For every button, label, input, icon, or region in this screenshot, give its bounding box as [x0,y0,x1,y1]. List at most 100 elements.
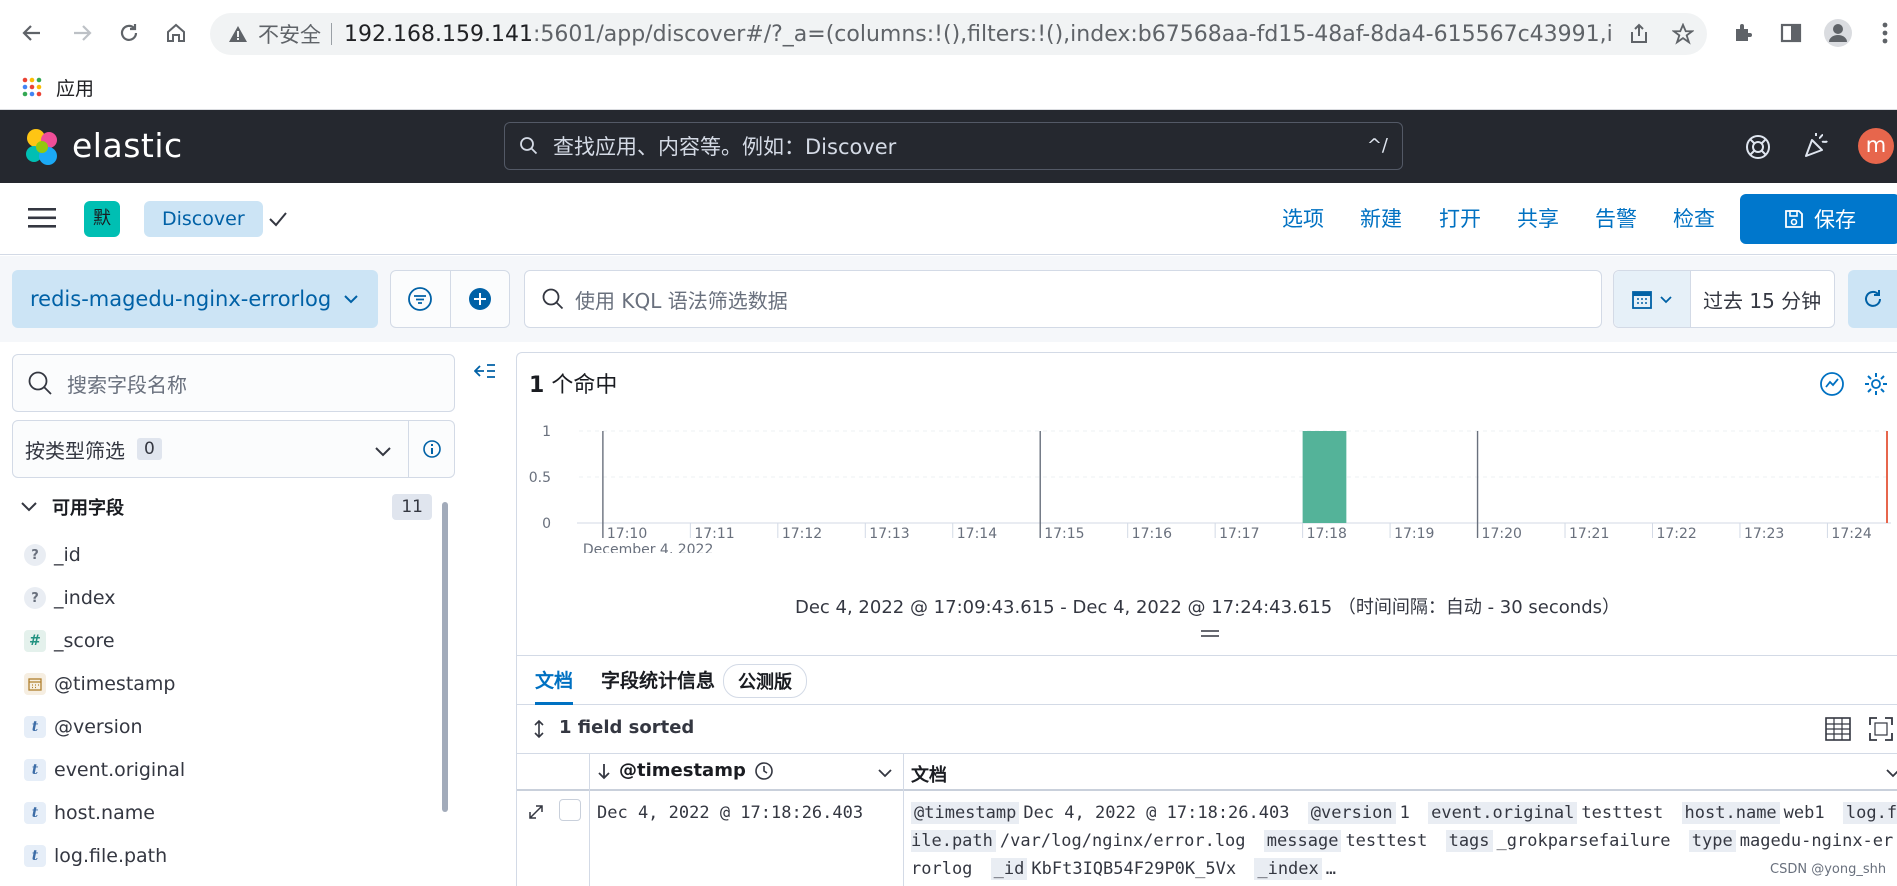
add-filter-button[interactable] [449,271,509,327]
save-disk-icon [1785,210,1803,228]
row-document-summary[interactable]: @timestamp Dec 4, 2022 @ 17:18:26.403 @ve… [911,799,1897,883]
row-select-checkbox[interactable] [559,799,581,821]
apps-bookmark[interactable]: 应用 [56,74,94,101]
unknown-type-icon: ? [24,587,46,609]
field-item[interactable]: ? _index [24,583,115,613]
user-avatar[interactable]: m [1858,128,1894,164]
address-bar[interactable]: 不安全 192.168.159.141:5601/app/discover#/?… [210,13,1707,55]
reload-button[interactable] [112,16,146,50]
x-tick-label: 17:11 [694,526,734,542]
menu-new[interactable]: 新建 [1360,203,1402,233]
histogram-bar [1302,431,1347,523]
field-item[interactable]: ? _id [24,540,81,570]
kql-search-input[interactable]: 使用 KQL 语法筛选数据 [524,270,1602,328]
menu-options[interactable]: 选项 [1282,203,1324,233]
menu-inspect[interactable]: 检查 [1673,203,1715,233]
hamburger-menu-icon[interactable] [28,207,56,229]
field-name: _score [54,630,115,652]
space-avatar[interactable]: 默 [84,201,120,237]
home-button[interactable] [159,16,193,50]
elastic-brand[interactable]: elastic [72,126,183,165]
field-item[interactable]: t @version [24,712,143,742]
apps-grid-icon[interactable] [22,77,42,97]
menu-share[interactable]: 共享 [1517,203,1559,233]
gear-icon[interactable] [1863,371,1889,397]
column-separator [903,753,904,886]
date-picker: 过去 15 分钟 [1613,270,1835,328]
field-item[interactable]: t event.original [24,755,185,785]
save-button[interactable]: 保存 [1740,194,1897,244]
column-header-timestamp[interactable]: @timestamp [597,760,774,781]
tab-documents[interactable]: 文档 [535,666,574,705]
resize-handle-icon[interactable] [1201,629,1219,639]
x-tick-label: 17:24 [1831,526,1871,542]
time-range-label[interactable]: 过去 15 分钟 [1691,271,1834,327]
search-shortcut: ^/ [1366,135,1388,156]
filter-menu-button[interactable] [391,271,450,327]
filter-by-type-button[interactable]: 按类型筛选 0 [12,420,455,478]
profile-icon [1824,19,1852,47]
help-lifebuoy-icon[interactable] [1744,133,1772,161]
histogram-chart[interactable]: 0 0.5 1 17:10 17:11 17:12 17:13 17:14 17:15 17:16… [517,423,1897,553]
insecure-label: 不安全 [258,23,321,47]
bookmark-star-icon[interactable] [1672,23,1694,45]
browser-menu-button[interactable] [1868,16,1897,50]
field-item[interactable]: t log.file.path [24,841,167,871]
data-view-picker[interactable]: redis-magedu-nginx-errorlog [12,270,378,328]
field-name: event.original [54,759,186,781]
doc-field-key: @timestamp [911,802,1020,824]
field-item[interactable]: # _score [24,626,115,656]
doc-field-key: _id [990,858,1028,880]
tab-field-statistics[interactable]: 字段统计信息 [601,666,715,693]
fullscreen-icon[interactable] [1869,717,1893,741]
row-timestamp[interactable]: Dec 4, 2022 @ 17:18:26.403 [597,803,863,823]
number-type-icon: # [24,630,46,652]
chevron-down-icon [21,502,37,512]
collapse-sidebar-icon[interactable] [474,362,496,380]
field-search-placeholder: 搜索字段名称 [67,372,187,397]
forward-button[interactable] [65,16,99,50]
global-search-input[interactable]: 查找应用、内容等。例如：Discover ^/ [504,122,1403,170]
available-fields-header[interactable]: 可用字段 11 [20,490,432,524]
quick-select-button[interactable] [1614,271,1691,327]
url-text[interactable]: 192.168.159.141:5601/app/discover#/?_a=(… [344,22,1614,47]
sidebar-scrollbar[interactable] [442,502,448,812]
doc-field-value: … [1325,859,1337,879]
available-fields-label: 可用字段 [52,498,124,519]
x-tick-label: 17:21 [1569,526,1609,542]
sort-status[interactable]: 1 field sorted [559,717,694,738]
field-search-input[interactable]: 搜索字段名称 [12,354,455,412]
field-info-button[interactable] [408,421,455,477]
breadcrumb-discover[interactable]: Discover [144,201,263,237]
y-tick-label: 0.5 [529,470,551,486]
side-panel-button[interactable] [1774,16,1808,50]
news-feed-icon[interactable] [1802,132,1830,160]
column-header-document[interactable]: 文档 [911,761,947,787]
field-item[interactable]: @timestamp [24,669,176,699]
sort-icon[interactable] [531,719,547,739]
app-menu-bar: 默 Discover 选项 新建 打开 共享 告警 检查 保存 [0,183,1897,255]
refresh-button[interactable] [1848,270,1897,328]
chevron-down-icon [375,447,391,457]
column-separator [589,753,590,886]
share-icon[interactable] [1628,23,1650,45]
profile-button[interactable] [1821,16,1855,50]
elastic-logo-icon[interactable] [22,127,62,167]
discover-main-panel: 1 个命中 0 0.5 1 17:10 17:11 17:12 17:13 17:14 17:1… [516,352,1897,886]
x-tick-label: 17:14 [957,526,997,542]
menu-open[interactable]: 打开 [1439,203,1481,233]
x-tick-label: 17:16 [1132,526,1172,542]
doc-field-key: host.name [1681,802,1780,824]
x-tick-label: 17:13 [869,526,909,542]
url-rest: :5601/app/discover#/?_a=(columns:!(),fil… [532,21,1614,47]
extensions-button[interactable] [1726,16,1760,50]
chevron-down-icon[interactable] [1885,766,1897,780]
chevron-down-icon[interactable] [877,766,893,780]
inspect-chart-icon[interactable] [1819,371,1845,397]
expand-row-icon[interactable] [527,803,545,821]
density-table-icon[interactable] [1825,717,1851,741]
field-item[interactable]: t host.name [24,798,155,828]
menu-alerts[interactable]: 告警 [1595,203,1637,233]
back-button[interactable] [15,16,49,50]
doc-field-key: event.original [1428,802,1578,824]
